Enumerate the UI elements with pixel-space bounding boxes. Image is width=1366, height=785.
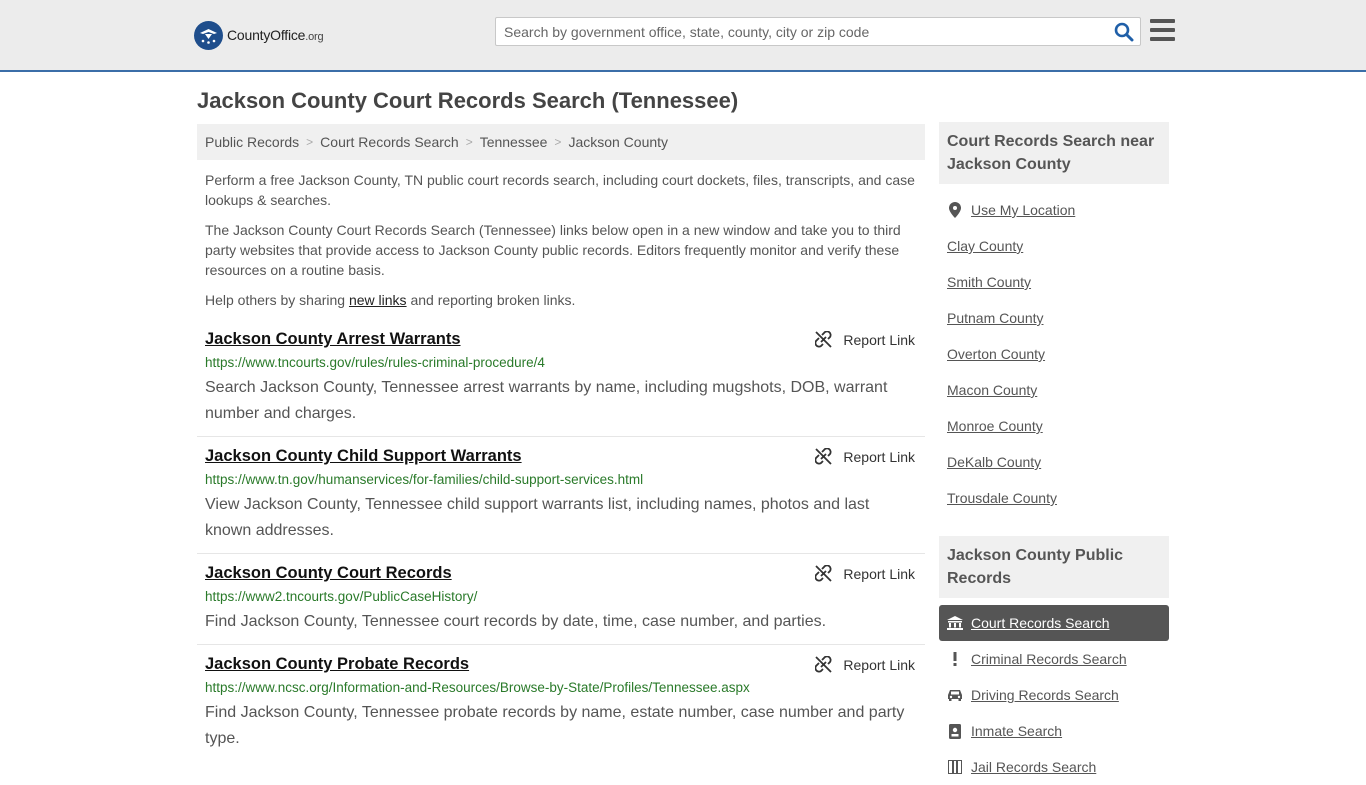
site-search — [495, 17, 1141, 46]
result-description: View Jackson County, Tennessee child sup… — [205, 496, 870, 539]
broken-link-icon — [815, 565, 833, 582]
search-input[interactable] — [496, 18, 1106, 45]
result-item: Jackson County Court Records Report Link… — [197, 564, 925, 645]
nearby-county-link[interactable]: Putnam County — [947, 310, 1044, 326]
result-item: Jackson County Arrest Warrants Report Li… — [197, 330, 925, 437]
result-title-link[interactable]: Jackson County Court Records — [205, 564, 452, 583]
car-icon — [947, 689, 963, 701]
result-url: https://www.ncsc.org/Information-and-Res… — [205, 680, 750, 695]
result-title-link[interactable]: Jackson County Arrest Warrants — [205, 330, 461, 349]
result-description: Search Jackson County, Tennessee arrest … — [205, 379, 888, 422]
result-url: https://www.tn.gov/humanservices/for-fam… — [205, 472, 644, 487]
brand-name: CountyOffice.org — [227, 27, 324, 43]
nearby-county-link[interactable]: Trousdale County — [947, 490, 1057, 506]
share-paragraph: Help others by sharing new links and rep… — [205, 292, 576, 308]
intro-paragraph: Perform a free Jackson County, TN public… — [205, 172, 915, 208]
search-icon[interactable] — [1114, 22, 1134, 42]
report-link-button[interactable]: Report Link — [815, 656, 915, 673]
sidebar-nearby-heading: Court Records Search near Jackson County — [939, 122, 1169, 184]
result-description: Find Jackson County, Tennessee court rec… — [205, 613, 827, 630]
report-link-button[interactable]: Report Link — [815, 565, 915, 582]
result-item: Jackson County Child Support Warrants Re… — [197, 447, 925, 554]
sidebar-nearby-panel: Court Records Search near Jackson County — [939, 122, 1169, 184]
chevron-right-icon: > — [465, 135, 473, 149]
sidebar-item-driving-records-search[interactable]: Driving Records Search — [939, 677, 1169, 713]
county-seal-icon — [194, 20, 223, 50]
broken-link-icon — [815, 331, 833, 348]
sidebar-item-court-records-search[interactable]: Court Records Search — [939, 605, 1169, 641]
map-marker-icon — [947, 202, 963, 218]
exclamation-icon — [947, 652, 963, 666]
report-link-button[interactable]: Report Link — [815, 448, 915, 465]
nearby-county-link[interactable]: Smith County — [947, 274, 1031, 290]
breadcrumb-court-records-search[interactable]: Court Records Search — [320, 134, 459, 150]
result-item: Jackson County Probate Records Report Li… — [197, 655, 925, 768]
nearby-county-link[interactable]: Monroe County — [947, 418, 1043, 434]
report-link-button[interactable]: Report Link — [815, 331, 915, 348]
jail-icon — [947, 760, 963, 774]
nearby-county-link[interactable]: Macon County — [947, 382, 1037, 398]
sidebar-public-records-heading: Jackson County Public Records — [939, 536, 1169, 598]
breadcrumb-tennessee[interactable]: Tennessee — [480, 134, 548, 150]
result-url: https://www.tncourts.gov/rules/rules-cri… — [205, 355, 545, 370]
breadcrumb: Public Records > Court Records Search > … — [197, 124, 925, 160]
result-url: https://www2.tncourts.gov/PublicCaseHist… — [205, 589, 478, 604]
courthouse-icon — [947, 616, 963, 630]
chevron-right-icon: > — [306, 135, 314, 149]
page-title: Jackson County Court Records Search (Ten… — [197, 88, 739, 113]
breadcrumb-public-records[interactable]: Public Records — [205, 134, 299, 150]
sidebar-public-records-panel: Jackson County Public Records — [939, 536, 1169, 598]
chevron-right-icon: > — [554, 135, 562, 149]
disclaimer-paragraph: The Jackson County Court Records Search … — [205, 222, 901, 278]
nearby-county-link[interactable]: DeKalb County — [947, 454, 1041, 470]
result-title-link[interactable]: Jackson County Probate Records — [205, 655, 469, 674]
result-description: Find Jackson County, Tennessee probate r… — [205, 704, 905, 747]
sidebar-item-inmate-search[interactable]: Inmate Search — [939, 713, 1169, 749]
sidebar-item-jail-records-search[interactable]: Jail Records Search — [939, 749, 1169, 785]
sidebar-item-criminal-records-search[interactable]: Criminal Records Search — [939, 641, 1169, 677]
use-my-location-link[interactable]: Use My Location — [939, 192, 1169, 228]
breadcrumb-jackson-county[interactable]: Jackson County — [568, 134, 668, 150]
id-badge-icon — [947, 723, 963, 739]
nearby-county-link[interactable]: Overton County — [947, 346, 1045, 362]
hamburger-menu-icon[interactable] — [1150, 19, 1175, 41]
nearby-county-link[interactable]: Clay County — [947, 238, 1023, 254]
new-links-link[interactable]: new links — [349, 292, 407, 308]
broken-link-icon — [815, 656, 833, 673]
broken-link-icon — [815, 448, 833, 465]
site-header: CountyOffice.org — [0, 0, 1366, 72]
result-title-link[interactable]: Jackson County Child Support Warrants — [205, 447, 522, 466]
site-logo[interactable]: CountyOffice.org — [194, 20, 324, 50]
